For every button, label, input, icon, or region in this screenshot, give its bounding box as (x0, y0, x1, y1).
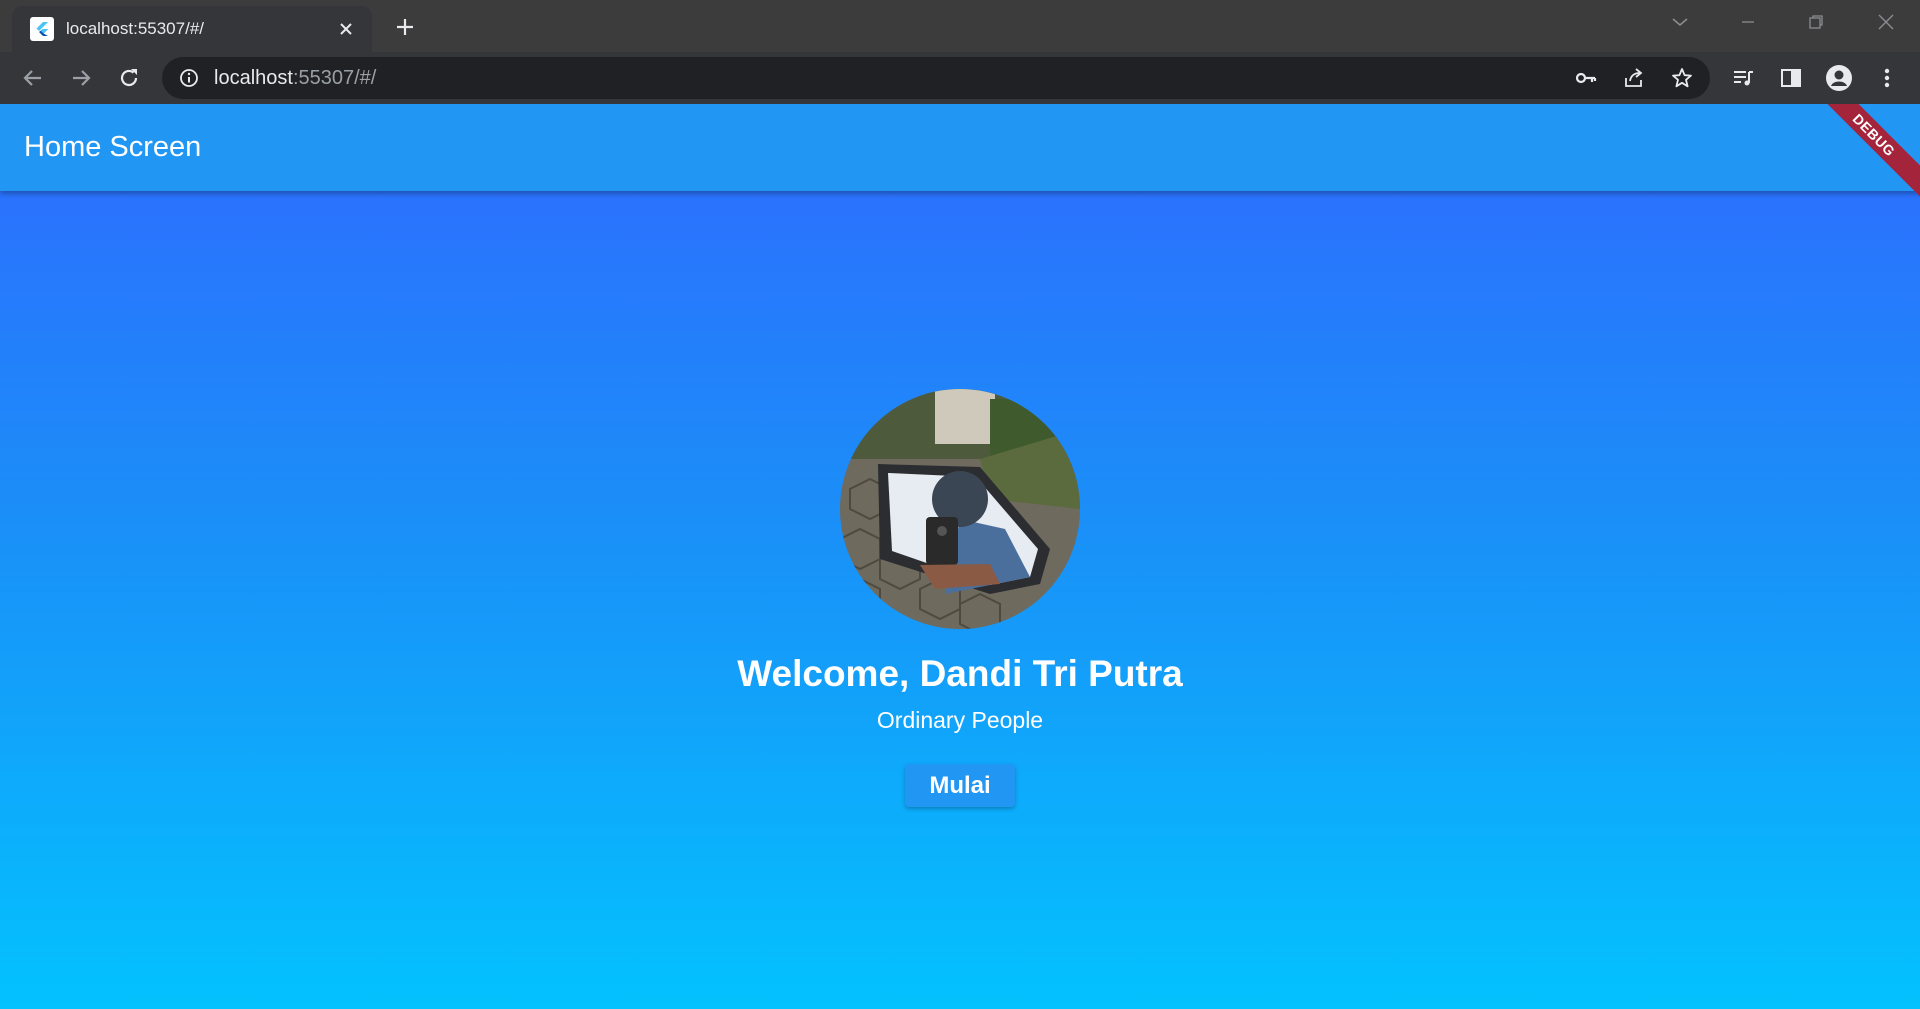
tab-title: localhost:55307/#/ (66, 19, 204, 38)
share-icon[interactable] (1616, 57, 1652, 99)
reload-icon[interactable] (112, 61, 146, 95)
star-icon[interactable] (1664, 57, 1700, 99)
address-bar[interactable]: localhost:55307/#/ (162, 57, 1710, 99)
tab-search-icon[interactable] (1652, 0, 1708, 44)
welcome-heading: Welcome, Dandi Tri Putra (737, 653, 1183, 694)
flutter-icon (30, 17, 54, 41)
close-tab-icon[interactable] (334, 17, 358, 41)
restore-icon[interactable] (1788, 0, 1844, 44)
start-button[interactable]: Mulai (905, 764, 1015, 807)
user-role: Ordinary People (876, 707, 1044, 733)
minimize-icon[interactable] (1720, 0, 1776, 44)
new-tab-button[interactable] (390, 12, 420, 42)
url-host: localhost (214, 66, 293, 89)
arrow-right-icon[interactable] (64, 61, 98, 95)
profile-section: Welcome, Dandi Tri Putra Ordinary People… (0, 389, 1920, 807)
key-icon[interactable] (1568, 57, 1604, 99)
address-url: localhost:55307/#/ (214, 67, 376, 90)
browser-tab-strip: localhost:55307/#/ (0, 0, 1920, 52)
info-icon[interactable] (178, 67, 200, 89)
avatar (840, 389, 1080, 629)
profile-icon[interactable] (1822, 61, 1856, 95)
arrow-left-icon[interactable] (16, 61, 50, 95)
page-title: Home Screen (24, 131, 202, 163)
browser-toolbar: localhost:55307/#/ (0, 52, 1920, 104)
browser-tab[interactable]: localhost:55307/#/ (12, 6, 372, 52)
app-bar: Home Screen (0, 104, 1920, 191)
side-panel-icon[interactable] (1774, 61, 1808, 95)
kebab-menu-icon[interactable] (1870, 61, 1904, 95)
url-path: :55307/#/ (292, 66, 377, 89)
media-queue-icon[interactable] (1726, 61, 1760, 95)
app-body: Home Screen DEBUG Welcome, Dandi Tri Put… (0, 104, 1920, 1009)
close-window-icon[interactable] (1858, 0, 1914, 44)
